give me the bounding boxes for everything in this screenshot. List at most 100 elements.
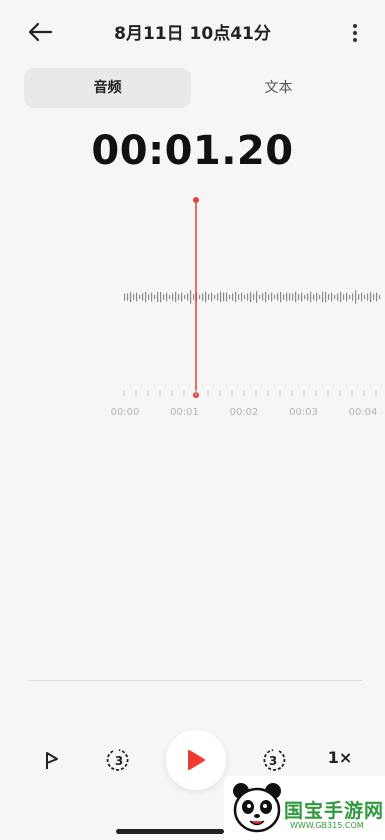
- waveform-bar: [352, 293, 354, 301]
- waveform-bar: [202, 293, 204, 301]
- rewind-button[interactable]: 3: [104, 745, 134, 775]
- waveform-bar: [166, 292, 168, 302]
- waveform-bar: [205, 291, 207, 303]
- waveform-bar: [286, 292, 288, 302]
- svg-text:3: 3: [115, 754, 123, 768]
- waveform-bar: [277, 293, 279, 301]
- play-button[interactable]: [166, 730, 226, 790]
- waveform-bar: [349, 295, 351, 299]
- waveform-bar: [238, 294, 240, 300]
- waveform-bar: [334, 295, 336, 299]
- timeline-label: 00:04: [349, 407, 378, 418]
- watermark: 国宝手游网 WWW.GB315.COM: [224, 776, 385, 840]
- waveform-bar: [328, 294, 330, 300]
- waveform-bar: [301, 292, 303, 302]
- waveform-bar: [241, 292, 243, 302]
- waveform-bar: [379, 295, 381, 299]
- waveform-bar: [124, 293, 126, 301]
- waveform-bar: [217, 293, 219, 301]
- waveform-bar: [316, 292, 318, 302]
- waveform-bar: [265, 291, 267, 303]
- waveform-bar: [169, 295, 171, 299]
- timeline-ticks: [123, 390, 377, 396]
- waveform-bar: [211, 292, 213, 302]
- waveform-bar: [223, 292, 225, 302]
- waveform-bars: [124, 290, 381, 304]
- play-icon: [188, 750, 205, 770]
- waveform-bar: [346, 292, 348, 302]
- waveform-bar: [358, 294, 360, 300]
- flag-icon: [46, 752, 58, 769]
- timeline-label: 00:03: [289, 407, 318, 418]
- forward-button[interactable]: 3: [258, 745, 288, 775]
- waveform-bar: [376, 292, 378, 302]
- waveform-bar: [331, 292, 333, 302]
- waveform-bar: [259, 295, 261, 299]
- playback-speed-button[interactable]: 1×: [326, 748, 354, 772]
- waveform-bar: [253, 294, 255, 300]
- waveform-bar: [136, 292, 138, 302]
- waveform-bar: [172, 293, 174, 301]
- waveform-bar: [289, 293, 291, 301]
- waveform-bar: [370, 291, 372, 303]
- waveform-bar: [319, 295, 321, 299]
- waveform-bar: [163, 294, 165, 300]
- waveform-bar: [148, 294, 150, 300]
- waveform-bar: [373, 294, 375, 300]
- waveform-bar: [226, 292, 228, 302]
- waveform-bar: [139, 295, 141, 299]
- waveform-bar: [199, 295, 201, 299]
- waveform-bar: [133, 294, 135, 300]
- mark-flag-button[interactable]: [38, 748, 66, 772]
- rewind-3s-icon: 3: [106, 749, 129, 771]
- waveform-bar: [232, 293, 234, 301]
- waveform-bar: [310, 291, 312, 303]
- svg-text:3: 3: [269, 754, 277, 768]
- waveform-bar: [355, 290, 357, 304]
- waveform-bar: [298, 294, 300, 300]
- waveform-bar: [367, 293, 369, 301]
- tab-audio[interactable]: 音频: [24, 68, 191, 108]
- waveform-bar: [175, 291, 177, 303]
- waveform-bar: [337, 293, 339, 301]
- waveform-bar: [322, 291, 324, 303]
- waveform-bar: [130, 291, 132, 303]
- waveform-bar: [190, 290, 192, 304]
- waveform-bar: [343, 294, 345, 300]
- waveform-bar: [280, 291, 282, 303]
- timeline-labels: 00:00 00:01 00:02 00:03 00:04: [111, 407, 378, 418]
- waveform-bar: [304, 295, 306, 299]
- waveform-bar: [244, 295, 246, 299]
- waveform-area[interactable]: 00:00 00:01 00:02 00:03 00:04: [0, 190, 385, 430]
- waveform-bar: [193, 294, 195, 300]
- waveform-bar: [229, 295, 231, 299]
- waveform-bar: [142, 293, 144, 301]
- waveform-bar: [256, 291, 258, 303]
- tab-text[interactable]: 文本: [195, 68, 362, 108]
- waveform-bar: [268, 294, 270, 300]
- home-indicator: [116, 829, 224, 834]
- divider: [28, 680, 362, 681]
- watermark-brand: 国宝手游网: [284, 800, 385, 822]
- waveform-bar: [181, 292, 183, 302]
- waveform-bar: [220, 291, 222, 303]
- watermark-url: WWW.GB315.COM: [290, 821, 364, 830]
- waveform-bar: [187, 293, 189, 301]
- waveform-bar: [292, 293, 294, 301]
- waveform-bar: [208, 294, 210, 300]
- waveform-bar: [340, 291, 342, 303]
- more-options-button[interactable]: [340, 18, 370, 48]
- timeline-label: 00:00: [111, 407, 140, 418]
- tab-bar: 音频 文本: [24, 68, 362, 108]
- waveform-bar: [364, 295, 366, 299]
- waveform-bar: [283, 294, 285, 300]
- waveform-bar: [184, 295, 186, 299]
- waveform-bar: [157, 291, 159, 303]
- waveform-bar: [247, 293, 249, 301]
- app-header: 8月11日 10点41分: [0, 0, 385, 62]
- waveform-canvas: 00:00 00:01 00:02 00:03 00:04: [111, 197, 381, 418]
- waveform-bar: [307, 293, 309, 301]
- page-title: 8月11日 10点41分: [114, 24, 271, 44]
- waveform-bar: [325, 291, 327, 303]
- waveform-bar: [154, 295, 156, 299]
